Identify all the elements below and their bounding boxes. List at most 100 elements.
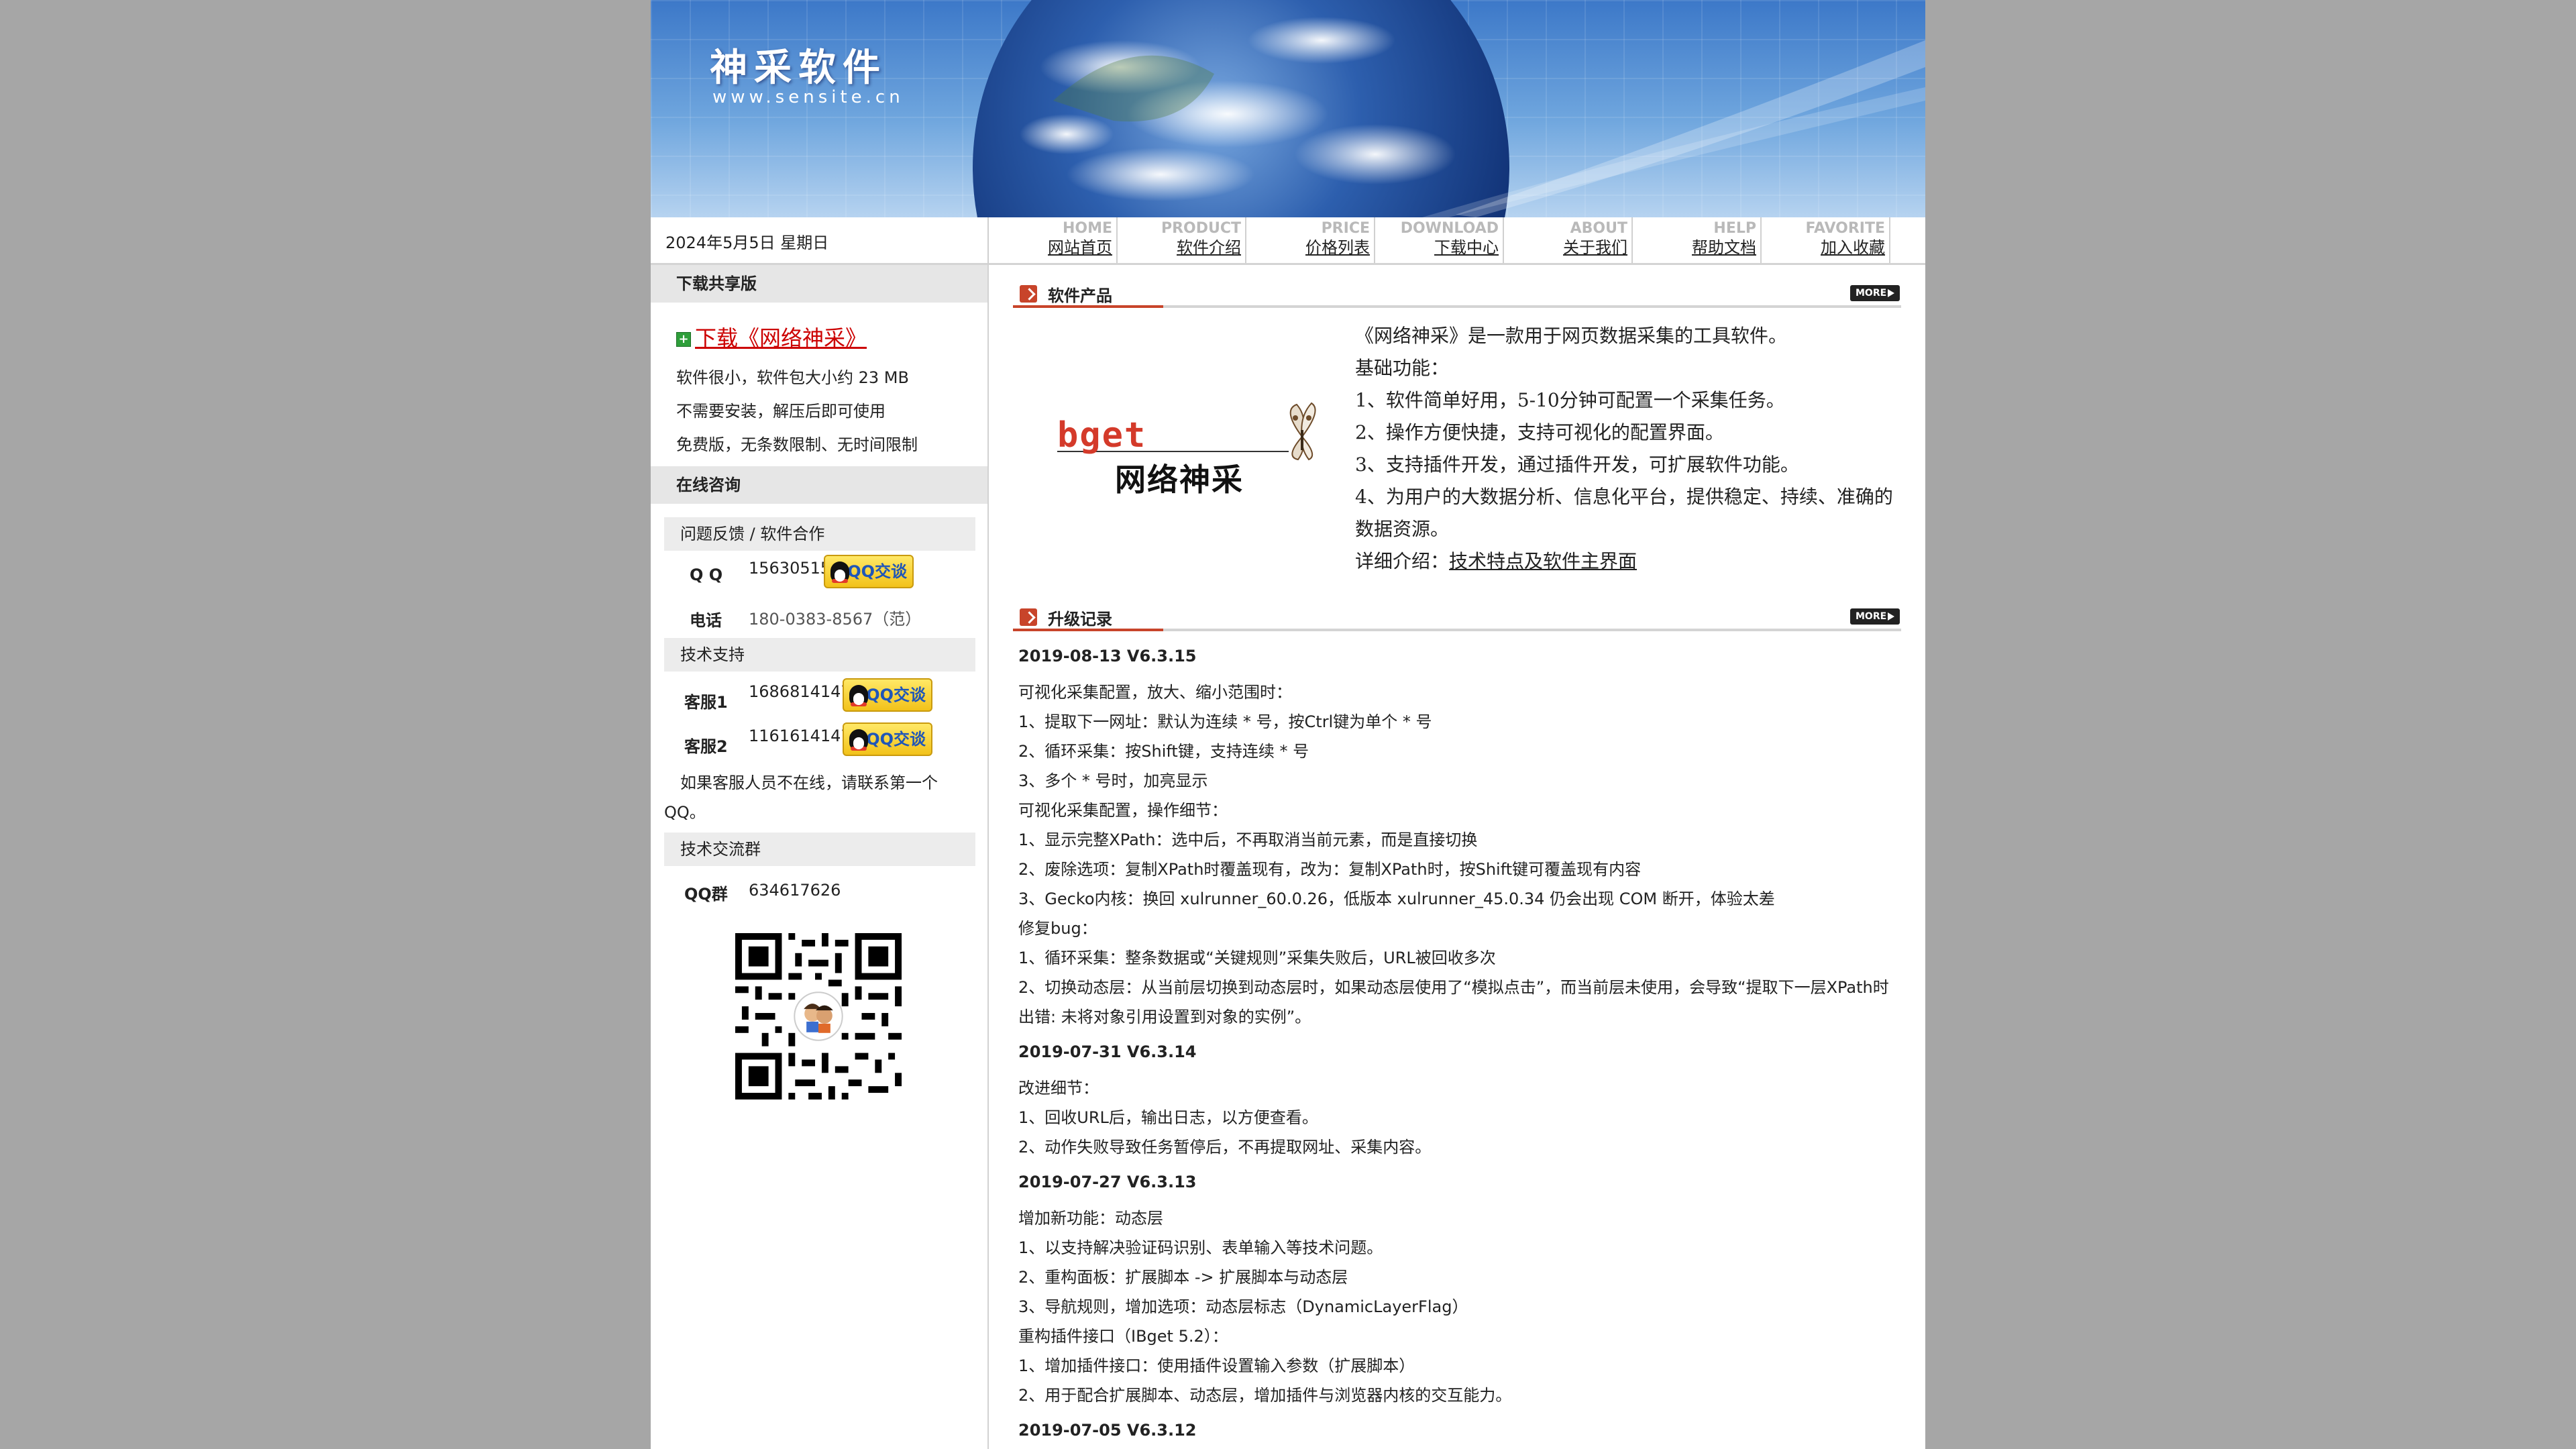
nav-product-en: PRODUCT xyxy=(1161,220,1241,237)
earth-graphic xyxy=(973,0,1925,217)
feedback-subhead: 问题反馈 / 软件合作 xyxy=(664,517,975,551)
nav-home-en: HOME xyxy=(1062,220,1112,237)
changelog-line: 3、导航规则，增加选项：动态层标志（DynamicLayerFlag） xyxy=(1018,1297,1468,1316)
changelog-version: 2019-07-05 V6.3.12 xyxy=(1018,1421,1197,1440)
changelog-line: 2、用于配合扩展脚本、动态层，增加插件与浏览器内核的交互能力。 xyxy=(1018,1386,1512,1405)
header-banner: 神采软件 www.sensite.cn xyxy=(651,0,1925,217)
changelog-line: 2、重构面板：扩展脚本 -> 扩展脚本与动态层 xyxy=(1018,1268,1348,1287)
qq-penguin-icon xyxy=(830,561,849,583)
product-logo-brand: bget xyxy=(1057,415,1147,455)
product-detail-line: 详细介绍：技术特点及软件主界面 xyxy=(1355,545,1637,578)
group-subhead: 技术交流群 xyxy=(664,833,975,866)
nav-price-link[interactable]: 价格列表 xyxy=(1246,237,1370,258)
nav-download-en: DOWNLOAD xyxy=(1400,220,1499,237)
changelog-line: 改进细节： xyxy=(1018,1079,1099,1097)
changelog-line: 1、提取下一网址：默认为连续 * 号，按Ctrl键为单个 * 号 xyxy=(1018,712,1432,731)
cs1-number: 1686814147 xyxy=(749,682,851,701)
page: 神采软件 www.sensite.cn 2024年5月5日 星期日 HOME 网… xyxy=(651,0,1925,1449)
qq-chat-button[interactable]: QQ交谈 xyxy=(824,555,914,588)
nav-home[interactable]: HOME 网站首页 xyxy=(989,217,1118,263)
changelog-line: 可视化采集配置，放大、缩小范围时： xyxy=(1018,683,1292,702)
arrow-square-icon xyxy=(1020,285,1037,303)
download-link-text[interactable]: 下载《网络神采》 xyxy=(695,325,867,351)
changelog-section-title: 升级记录 xyxy=(1048,610,1112,629)
changelog-line: 2、废除选项：复制XPath时覆盖现有，改为：复制XPath时，按Shift键可… xyxy=(1018,860,1642,879)
changelog-list: 2019-08-13 V6.3.15 可视化采集配置，放大、缩小范围时： 1、提… xyxy=(1013,644,1901,1449)
nav-price-en: PRICE xyxy=(1321,220,1370,237)
cs1-label: 客服1 xyxy=(684,693,728,712)
support-subhead: 技术支持 xyxy=(664,638,975,672)
product-desc-line-3: 1、软件简单好用，5-10分钟可配置一个采集任务。 xyxy=(1355,389,1785,411)
changelog-line: 1、循环采集：整条数据或“关键规则”采集失败后，URL被回收多次 xyxy=(1018,949,1496,967)
product-detail-prefix: 详细介绍： xyxy=(1355,550,1450,572)
changelog-line: 1、显示完整XPath：选中后，不再取消当前元素，而是直接切换 xyxy=(1018,830,1478,849)
product-more-button[interactable]: MORE xyxy=(1850,285,1900,301)
cs2-label: 客服2 xyxy=(684,737,728,756)
sidebar: 下载共享版 + 下载《网络神采》 软件很小，软件包大小约 23 MB 不需要安装，… xyxy=(651,265,987,1449)
cs2-chat-button-text: QQ交谈 xyxy=(866,730,926,749)
nav-help-en: HELP xyxy=(1713,220,1756,237)
qq-chat-button-text: QQ交谈 xyxy=(847,562,907,581)
download-note-free: 免费版，无条数限制、无时间限制 xyxy=(676,435,918,454)
changelog-line: 1、回收URL后，输出日志，以方便查看。 xyxy=(1018,1108,1318,1127)
changelog-line: 增加新功能：动态层 xyxy=(1018,1209,1163,1228)
nav-help[interactable]: HELP 帮助文档 xyxy=(1633,217,1762,263)
nav-product-link[interactable]: 软件介绍 xyxy=(1118,237,1241,258)
download-note-install: 不需要安装，解压后即可使用 xyxy=(676,402,885,421)
qq-penguin-icon xyxy=(849,729,868,751)
site-logo-text: 神采软件 xyxy=(710,46,887,90)
nav-product[interactable]: PRODUCT 软件介绍 xyxy=(1118,217,1246,263)
download-plus-icon: + xyxy=(676,332,691,347)
changelog-line: 1、增加插件接口：使用插件设置输入参数（扩展脚本） xyxy=(1018,1356,1415,1375)
nav-favorite-en: FAVORITE xyxy=(1805,220,1885,237)
product-section-title: 软件产品 xyxy=(1048,286,1112,305)
cs1-chat-button-text: QQ交谈 xyxy=(866,686,926,704)
cs2-chat-button[interactable]: QQ交谈 xyxy=(843,722,932,756)
cs1-chat-button[interactable]: QQ交谈 xyxy=(843,678,932,712)
main-content: 软件产品 MORE bget 网络神采 《网络神采》是一款用于网页数据采集的工具 xyxy=(1013,265,1905,1449)
changelog-line: 3、Gecko内核：换回 xulrunner_60.0.26，低版本 xulru… xyxy=(1018,890,1775,908)
arrow-square-icon xyxy=(1020,608,1037,626)
nav-download-link[interactable]: 下载中心 xyxy=(1375,237,1499,258)
changelog-line: 重构插件接口（IBget 5.2）： xyxy=(1018,1327,1228,1346)
download-note-size: 软件很小，软件包大小约 23 MB xyxy=(676,368,909,387)
phone-label: 电话 xyxy=(690,611,722,630)
changelog-more-button[interactable]: MORE xyxy=(1850,608,1900,625)
nav-download[interactable]: DOWNLOAD 下载中心 xyxy=(1375,217,1504,263)
nav-favorite-link[interactable]: 加入收藏 xyxy=(1762,237,1885,258)
qq-number: 15630515 xyxy=(749,559,831,578)
product-section-head: 软件产品 MORE xyxy=(1013,276,1901,316)
nav-price[interactable]: PRICE 价格列表 xyxy=(1246,217,1375,263)
nav-about[interactable]: ABOUT 关于我们 xyxy=(1504,217,1633,263)
changelog-section-head: 升级记录 MORE xyxy=(1013,599,1901,639)
changelog-line: 2、循环采集：按Shift键，支持连续 * 号 xyxy=(1018,742,1309,761)
nav-home-link[interactable]: 网站首页 xyxy=(989,237,1112,258)
product-desc-line-2: 基础功能： xyxy=(1355,357,1450,379)
cs2-number: 1161614147 xyxy=(749,727,851,745)
download-link[interactable]: + 下载《网络神采》 xyxy=(676,321,867,352)
nav-favorite[interactable]: FAVORITE 加入收藏 xyxy=(1762,217,1890,263)
changelog-line: 2、切换动态层：从当前层切换到动态层时，如果动态层使用了“模拟点击”，而当前层未… xyxy=(1018,978,1889,1026)
product-logo: bget 网络神采 xyxy=(1051,396,1332,498)
nav-about-en: ABOUT xyxy=(1570,220,1627,237)
group-number: 634617626 xyxy=(749,881,841,900)
qq-penguin-icon xyxy=(849,685,868,706)
changelog-line: 1、以支持解决验证码识别、表单输入等技术问题。 xyxy=(1018,1238,1383,1257)
group-label: QQ群 xyxy=(684,885,728,904)
product-desc-line-5: 3、支持插件开发，通过插件开发，可扩展软件功能。 xyxy=(1355,453,1799,476)
nav-help-link[interactable]: 帮助文档 xyxy=(1633,237,1756,258)
changelog-line: 3、多个 * 号时，加亮显示 xyxy=(1018,771,1208,790)
site-logo-url: www.sensite.cn xyxy=(712,87,904,107)
qr-code xyxy=(735,933,902,1099)
consult-section-head: 在线咨询 xyxy=(651,466,987,504)
product-desc-line-6: 4、为用户的大数据分析、信息化平台，提供稳定、持续、准确的 xyxy=(1355,486,1893,508)
changelog-line: 2、动作失败导致任务暂停后，不再提取网址、采集内容。 xyxy=(1018,1138,1432,1157)
changelog-line: 修复bug： xyxy=(1018,919,1097,938)
changelog-version: 2019-08-13 V6.3.15 xyxy=(1018,647,1197,665)
nav-about-link[interactable]: 关于我们 xyxy=(1504,237,1627,258)
download-section-head: 下载共享版 xyxy=(651,265,987,303)
changelog-version: 2019-07-31 V6.3.14 xyxy=(1018,1042,1197,1061)
qq-label: Q Q xyxy=(690,566,723,584)
product-detail-link[interactable]: 技术特点及软件主界面 xyxy=(1449,550,1637,572)
changelog-version: 2019-07-27 V6.3.13 xyxy=(1018,1173,1197,1191)
